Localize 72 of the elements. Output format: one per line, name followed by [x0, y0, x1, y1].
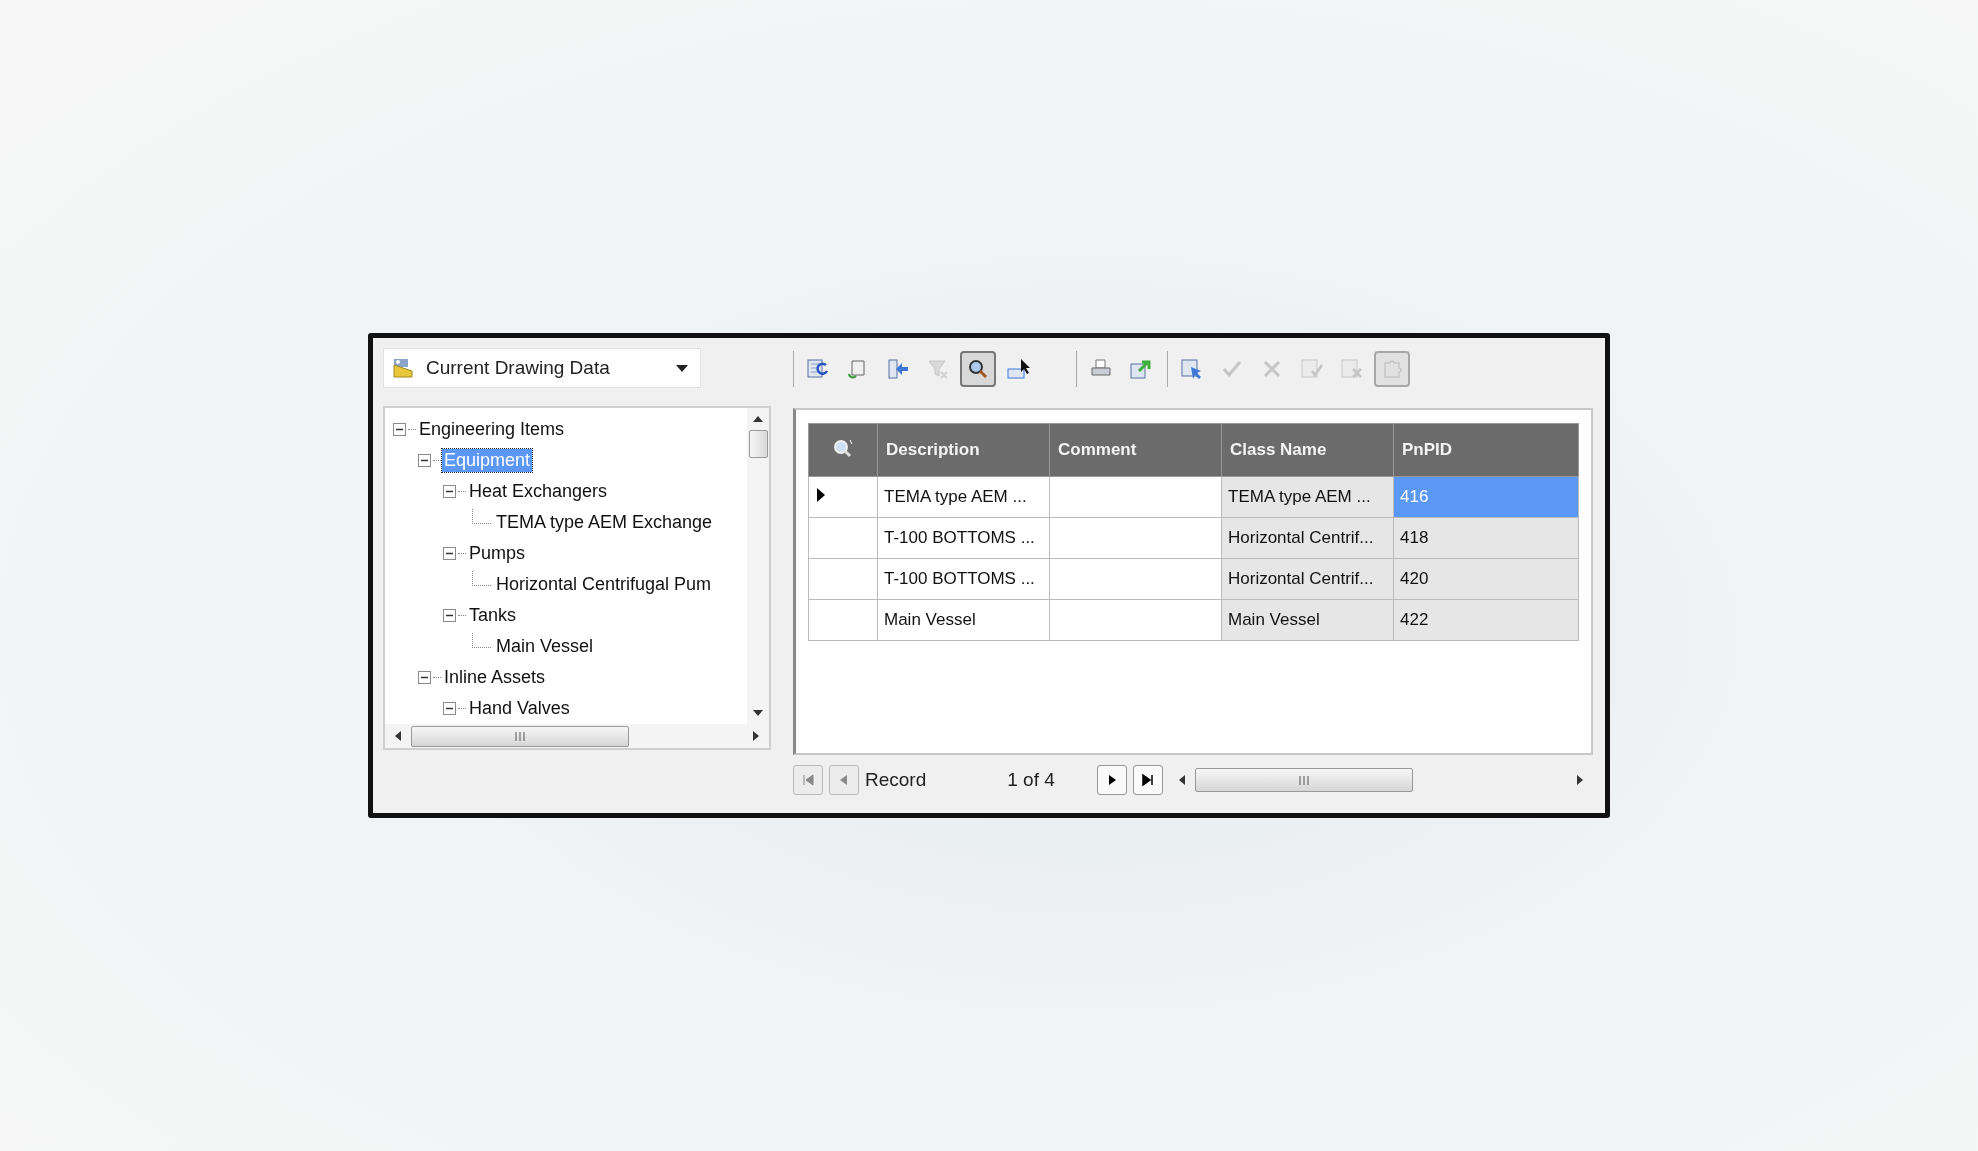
table-cell[interactable]: Main Vessel — [877, 599, 1050, 641]
tree-item[interactable]: Engineering Items — [417, 418, 567, 441]
tree-item[interactable]: Horizontal Centrifugal Pum — [494, 573, 714, 596]
table-cell[interactable]: 418 — [1393, 517, 1579, 559]
collapse-icon[interactable] — [443, 609, 456, 622]
scroll-right-icon[interactable] — [753, 731, 759, 741]
table-cell[interactable]: 422 — [1393, 599, 1579, 641]
tree-item[interactable]: Main Vessel — [494, 635, 596, 658]
magnifier-icon[interactable] — [832, 437, 854, 458]
tree-item[interactable]: Pumps — [467, 542, 528, 565]
tree-item[interactable]: Inline Assets — [442, 666, 548, 689]
tree-item[interactable]: Tanks — [467, 604, 519, 627]
table-cell[interactable] — [1049, 558, 1222, 600]
table-cell[interactable]: Horizontal Centrif... — [1221, 517, 1394, 559]
table-cell[interactable] — [1049, 476, 1222, 518]
collapse-icon[interactable] — [418, 671, 431, 684]
scrollbar-thumb[interactable] — [748, 430, 768, 458]
grid-check-icon — [1300, 357, 1324, 381]
skip-first-icon — [801, 773, 815, 787]
table-cell[interactable]: Main Vessel — [1221, 599, 1394, 641]
grid-pointer-icon — [1180, 357, 1204, 381]
grid-refresh-icon — [806, 357, 830, 381]
scroll-up-icon[interactable] — [753, 416, 763, 422]
source-dropdown[interactable]: Current Drawing Data — [383, 348, 701, 388]
table-cell[interactable]: 420 — [1393, 558, 1579, 600]
table-cell[interactable]: TEMA type AEM ... — [1221, 476, 1394, 518]
collapse-icon[interactable] — [443, 485, 456, 498]
grip-icon — [515, 731, 525, 741]
scrollbar-thumb[interactable] — [1195, 768, 1413, 792]
column-header[interactable]: PnPID — [1393, 423, 1579, 477]
row-selector[interactable] — [808, 517, 878, 559]
tree-item[interactable]: Heat Exchangers — [467, 480, 610, 503]
grid-arrow-icon — [886, 357, 910, 381]
tree-item[interactable]: TEMA type AEM Exchange — [494, 511, 715, 534]
column-header[interactable]: Description — [877, 423, 1050, 477]
table-cell[interactable] — [1049, 599, 1222, 641]
row-selector[interactable] — [808, 558, 878, 600]
grid-cross-icon — [1340, 357, 1364, 381]
table-cell[interactable]: T-100 BOTTOMS ... — [877, 517, 1050, 559]
table-cell[interactable]: Horizontal Centrif... — [1221, 558, 1394, 600]
collapse-icon[interactable] — [418, 454, 431, 467]
magnifier-icon — [966, 357, 990, 381]
row-selector[interactable] — [808, 476, 878, 518]
grip-icon — [1299, 775, 1309, 785]
scroll-left-icon[interactable] — [1179, 775, 1185, 785]
collapse-icon[interactable] — [443, 547, 456, 560]
record-position: 1 of 4 — [1006, 769, 1056, 791]
filter-icon — [926, 357, 950, 381]
record-label: Record — [865, 769, 928, 791]
column-header[interactable]: Class Name — [1221, 423, 1394, 477]
grid-cursor-icon — [1006, 357, 1030, 381]
table-cell[interactable]: TEMA type AEM ... — [877, 476, 1050, 518]
row-selector[interactable] — [808, 599, 878, 641]
collapse-icon[interactable] — [393, 423, 406, 436]
drawing-data-icon — [392, 357, 414, 379]
column-header[interactable]: Comment — [1049, 423, 1222, 477]
tree-item[interactable]: Hand Valves — [467, 697, 572, 720]
current-row-icon — [817, 488, 825, 502]
scroll-left-icon[interactable] — [395, 731, 401, 741]
horizontal-scrollbar[interactable] — [385, 724, 769, 748]
vertical-scrollbar[interactable] — [747, 408, 769, 724]
caret-icon — [676, 364, 688, 372]
collapse-icon[interactable] — [443, 702, 456, 715]
scrollbar-thumb[interactable] — [411, 725, 629, 747]
table-cell[interactable] — [1049, 517, 1222, 559]
skip-last-icon — [1141, 773, 1155, 787]
toolbar-button[interactable] — [960, 351, 996, 387]
table-cell[interactable]: T-100 BOTTOMS ... — [877, 558, 1050, 600]
scroll-right-icon[interactable] — [1577, 775, 1583, 785]
scroll-down-icon[interactable] — [753, 710, 763, 716]
last-record-button[interactable] — [1133, 765, 1163, 795]
next-record-button[interactable] — [1097, 765, 1127, 795]
